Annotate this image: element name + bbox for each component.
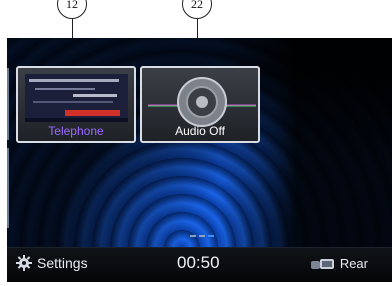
rear-label: Rear bbox=[339, 256, 368, 271]
bottom-bar: Settings 00:50 Rear bbox=[7, 247, 392, 282]
telephone-thumbnail bbox=[25, 74, 128, 122]
telephone-tile[interactable]: Telephone bbox=[16, 66, 136, 143]
audio-off-label: Audio Off bbox=[175, 124, 225, 138]
clock: 00:50 bbox=[177, 253, 220, 272]
speaker-icon bbox=[148, 77, 256, 127]
callout-22: 22 bbox=[182, 0, 212, 19]
telephone-label: Telephone bbox=[48, 124, 104, 138]
home-screen: Telephone Audio Off Settings 00:50 Rear bbox=[7, 38, 392, 282]
rear-button[interactable]: Rear bbox=[310, 256, 368, 271]
audio-off-tile[interactable]: Audio Off bbox=[140, 66, 260, 143]
page-indicator bbox=[190, 235, 214, 237]
settings-button[interactable]: Settings bbox=[16, 255, 88, 271]
rear-seat-icon bbox=[310, 258, 334, 269]
page-dot-2[interactable] bbox=[199, 235, 205, 237]
page-dot-1[interactable] bbox=[190, 235, 196, 237]
callout-12: 12 bbox=[57, 0, 87, 19]
gear-icon bbox=[16, 255, 32, 271]
left-edge-tab-upper bbox=[7, 68, 9, 140]
page-dot-3[interactable] bbox=[208, 235, 214, 237]
settings-label: Settings bbox=[37, 255, 88, 271]
left-edge-tab-lower bbox=[7, 148, 9, 228]
